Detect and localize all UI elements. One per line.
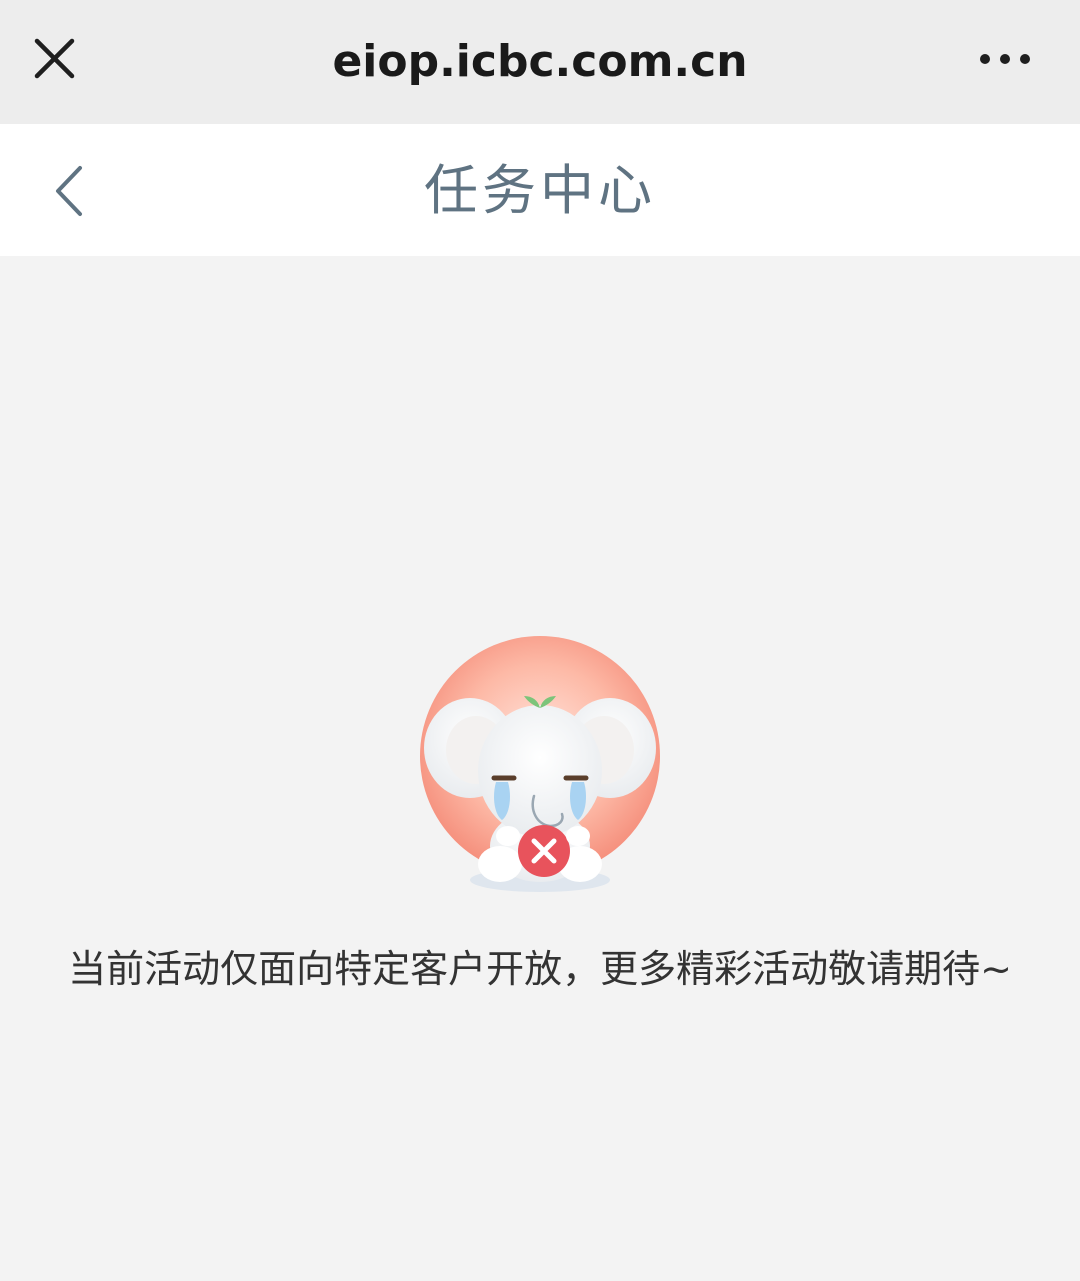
empty-state-message: 当前活动仅面向特定客户开放，更多精彩活动敬请期待~ (68, 947, 1012, 991)
sad-elephant-mascot-icon (420, 636, 660, 892)
page-title: 任务中心 (424, 159, 656, 222)
empty-state: 当前活动仅面向特定客户开放，更多精彩活动敬请期待~ (0, 256, 1080, 1281)
more-button[interactable] (960, 30, 1050, 90)
page-header: 任务中心 (0, 124, 1080, 256)
browser-toolbar: eiop.icbc.com.cn (0, 0, 1080, 124)
url-text: eiop.icbc.com.cn (332, 36, 748, 87)
more-horizontal-icon (980, 54, 1030, 64)
